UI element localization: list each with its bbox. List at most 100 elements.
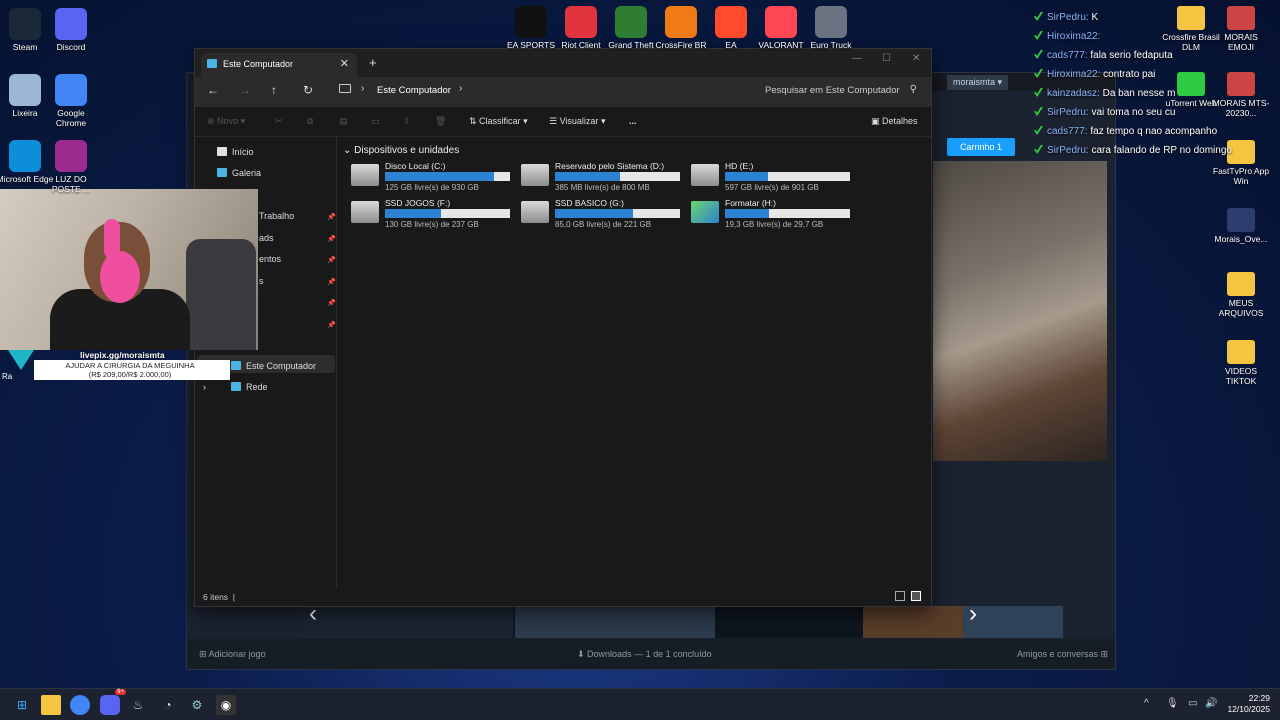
refresh-icon[interactable]: ↻	[303, 83, 313, 97]
maximize-icon[interactable]: ☐	[882, 53, 891, 64]
livepix-logo-icon	[8, 350, 34, 370]
drive-tile[interactable]: Disco Local (C:) 125 GB livre(s) de 930 G…	[351, 161, 516, 193]
file-explorer-taskbar-icon[interactable]	[41, 695, 61, 715]
sidebar-item[interactable]: ads	[259, 233, 274, 243]
folder-shortcut[interactable]: VIDEOS TIKTOK	[1212, 340, 1270, 386]
search-input[interactable]: Pesquisar em Este Computador ⚲	[757, 80, 925, 102]
chevron-right-icon[interactable]: ›	[459, 83, 462, 94]
steam-user-menu[interactable]: moraismta ▾	[947, 75, 1009, 90]
carousel-thumb[interactable]	[863, 606, 963, 638]
close-tab-icon[interactable]: ✕	[340, 57, 349, 70]
volume-icon[interactable]: 🔊	[1205, 698, 1217, 709]
minimize-icon[interactable]: —	[852, 53, 862, 64]
microphone-icon[interactable]: 🎙	[1166, 698, 1179, 709]
winrar-shortcut[interactable]: LUZ DO POSTE ...	[42, 140, 100, 194]
sort-button[interactable]: ⇅ Classificar ▾	[469, 116, 528, 127]
euro-truck-shortcut[interactable]: Euro Truck	[804, 6, 858, 50]
livepix-url: livepix.gg/moraismta	[80, 350, 165, 360]
folder-shortcut[interactable]: MEUS ARQUIVOS	[1212, 272, 1270, 318]
discord-taskbar-icon[interactable]: 9+	[100, 689, 126, 715]
sidebar-item[interactable]: entos	[259, 254, 281, 264]
carousel-next-icon[interactable]: ›	[969, 600, 977, 628]
friends-button[interactable]: Amigos e conversas ⊞	[1017, 649, 1108, 660]
more-options-icon[interactable]: ...	[629, 116, 637, 126]
breadcrumb[interactable]: Este Computador	[377, 85, 451, 96]
copy-icon[interactable]: ⧉	[307, 116, 313, 127]
drive-tile[interactable]: Reservado pelo Sistema (D:) 385 MB livre(…	[521, 161, 686, 193]
folder-image-shortcut[interactable]: MORAIS EMOJI	[1212, 6, 1270, 52]
ea-shortcut[interactable]: EA	[704, 6, 758, 50]
riot-client-shortcut[interactable]: Riot Client	[554, 6, 608, 50]
sidebar-item[interactable]: Galeria	[217, 168, 261, 178]
drive-tile[interactable]: Formatar (H:) 19,3 GB livre(s) de 29,7 GB	[691, 198, 856, 230]
carousel-thumb[interactable]	[963, 606, 1063, 638]
delete-icon[interactable]: 🗑	[435, 116, 446, 127]
chrome-taskbar-icon[interactable]	[70, 695, 90, 715]
verified-badge-icon	[1034, 69, 1043, 78]
chat-text: vai toma no seu cu	[1091, 107, 1176, 118]
clock-app-taskbar-icon[interactable]: ◔	[158, 695, 178, 715]
address-bar[interactable]: › Este Computador ›	[331, 80, 749, 102]
computer-icon	[207, 59, 217, 68]
details-view-icon[interactable]	[895, 591, 905, 601]
shortcut-label: Grand Theft	[608, 40, 654, 50]
sidebar-item-label: s	[259, 276, 264, 286]
close-window-icon[interactable]: ✕	[912, 53, 920, 64]
display-icon[interactable]: ▭	[1188, 698, 1197, 709]
steam-cart-button[interactable]: Carrinho 1	[947, 138, 1015, 156]
details-button[interactable]: ▣ Detalhes	[871, 116, 918, 127]
valorant-shortcut[interactable]: VALORANT	[754, 6, 808, 50]
chevron-right-icon[interactable]: ›	[203, 382, 206, 392]
share-icon[interactable]: ⇪	[403, 116, 411, 127]
drive-tile[interactable]: SSD BASICO (G:) 85,0 GB livre(s) de 221 G…	[521, 198, 686, 230]
rename-icon[interactable]: ▭	[371, 116, 380, 127]
add-game-button[interactable]: ⊞ Adicionar jogo	[199, 649, 266, 660]
up-arrow-icon[interactable]: ↑	[271, 83, 277, 97]
cut-icon[interactable]: ✂	[275, 116, 283, 127]
sidebar-item[interactable]: s	[259, 276, 264, 286]
explorer-tab[interactable]: Este Computador ✕	[201, 53, 357, 77]
new-tab-icon[interactable]: +	[369, 55, 377, 70]
sidebar-item[interactable]: Este Computador	[231, 361, 316, 371]
folder-image-shortcut[interactable]: MORAIS MTS-20230...	[1212, 72, 1270, 118]
lock-drive-icon	[521, 201, 549, 223]
carousel-thumb[interactable]	[515, 606, 715, 638]
obs-taskbar-icon[interactable]: ◉	[216, 695, 236, 715]
downloads-status[interactable]: ⬇ Downloads — 1 de 1 concluído	[577, 649, 712, 660]
chat-username: cads777:	[1047, 50, 1088, 61]
drive-name: Reservado pelo Sistema (D:)	[555, 161, 665, 171]
chat-message: SirPedru: K	[1034, 12, 1098, 23]
back-arrow-icon[interactable]: ←	[207, 83, 219, 97]
sidebar-item[interactable]: Trabalho	[259, 211, 294, 221]
sidebar-item-label: Início	[232, 147, 254, 157]
drive-tile[interactable]: HD (E:) 597 GB livre(s) de 901 GB	[691, 161, 856, 193]
carousel-thumb[interactable]	[303, 606, 513, 638]
chevron-up-icon[interactable]: ^	[1144, 698, 1149, 709]
view-button[interactable]: ☰ Visualizar ▾	[549, 116, 605, 127]
new-button[interactable]: ⊕ Novo ▾	[207, 116, 245, 127]
start-icon[interactable]: ⊞	[12, 695, 32, 715]
discord-shortcut[interactable]: Discord	[42, 8, 100, 52]
crossfire-shortcut[interactable]: CrossFire BR	[654, 6, 708, 50]
section-header[interactable]: ⌄ Dispositivos e unidades	[343, 145, 459, 156]
folder-image-icon	[1227, 6, 1255, 30]
chat-message: Hiroxima22: contrato pai	[1034, 69, 1155, 80]
shortcut-label: VIDEOS TIKTOK	[1224, 366, 1258, 386]
gta-shortcut[interactable]: Grand Theft	[604, 6, 658, 50]
document-shortcut[interactable]: Morais_Ove...	[1212, 208, 1270, 244]
ea-sports-shortcut[interactable]: EA SPORTS	[504, 6, 558, 50]
usb-drive-icon	[691, 201, 719, 223]
chrome-shortcut[interactable]: Google Chrome	[42, 74, 100, 128]
drive-name: Disco Local (C:)	[385, 161, 446, 171]
sidebar-item[interactable]: Início	[217, 147, 254, 157]
tiles-view-icon[interactable]	[911, 591, 921, 601]
folder-icon	[231, 361, 241, 370]
steam-taskbar-icon[interactable]: ♨	[128, 695, 148, 715]
sidebar-item[interactable]: Rede	[231, 382, 268, 392]
forward-arrow-icon[interactable]: →	[239, 83, 251, 97]
settings-taskbar-icon[interactable]: ⚙	[187, 695, 207, 715]
clock[interactable]: 22:29 12/10/2025	[1227, 693, 1270, 715]
paste-icon[interactable]: ▤	[339, 116, 348, 127]
chat-message: cads777: faz tempo q nao acompanho	[1034, 126, 1217, 137]
drive-tile[interactable]: SSD JOGOS (F:) 130 GB livre(s) de 237 GB	[351, 198, 516, 230]
